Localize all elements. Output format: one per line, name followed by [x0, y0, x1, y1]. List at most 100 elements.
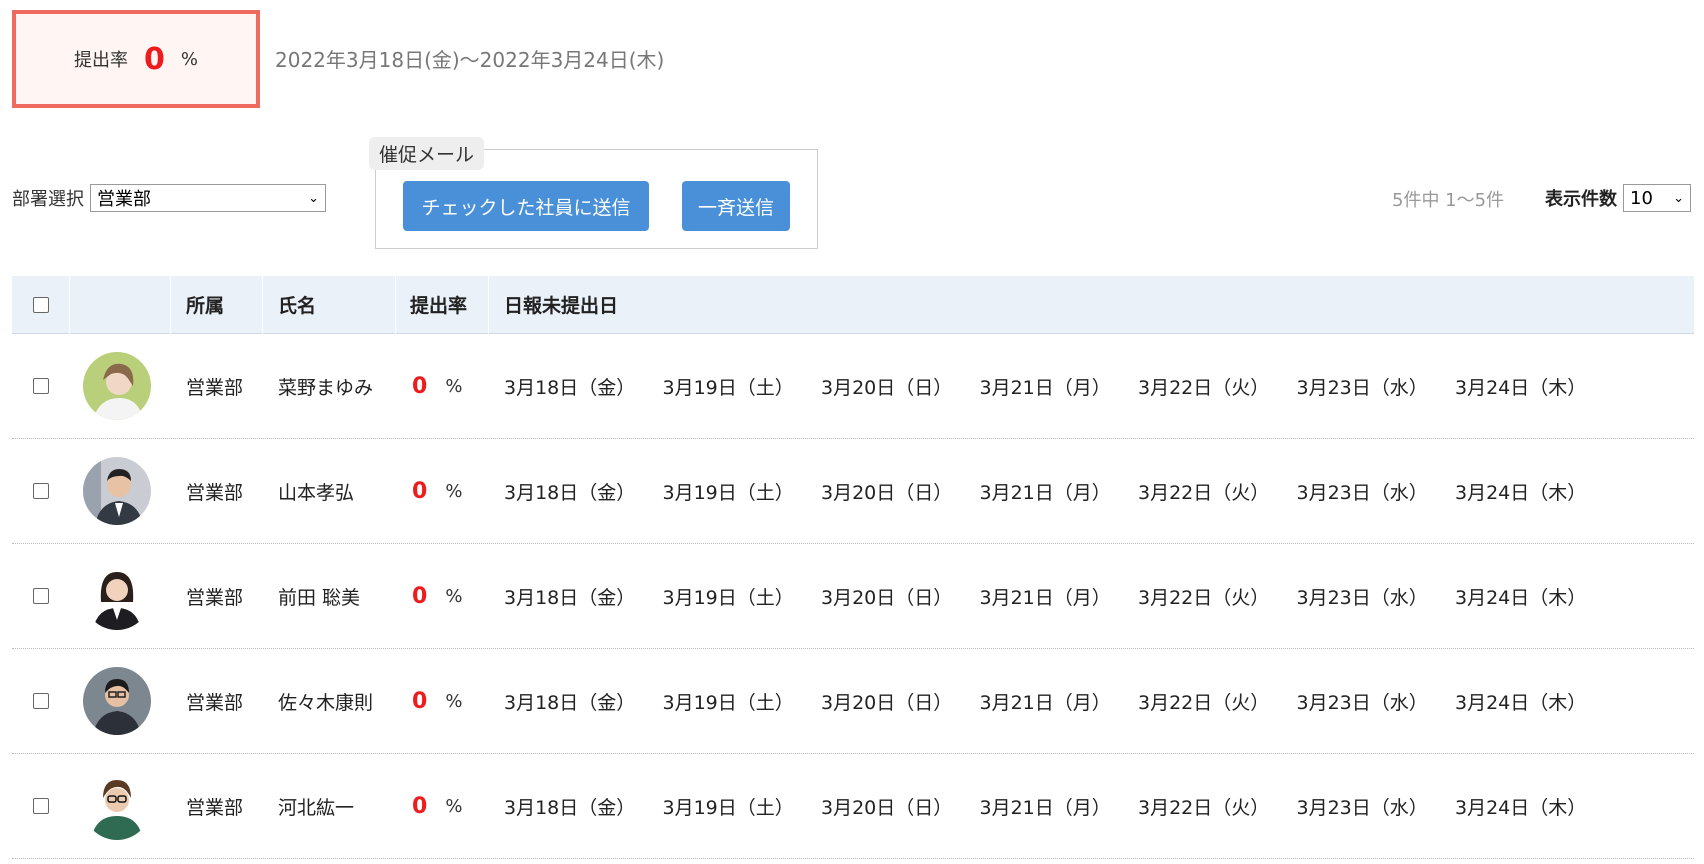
missing-date: 3月20日（日）: [821, 796, 953, 819]
per-page-select[interactable]: 10 ⌄: [1623, 184, 1691, 212]
row-checkbox[interactable]: [33, 378, 49, 394]
avatar: [83, 457, 151, 525]
rate-unit: %: [180, 48, 198, 70]
missing-date: 3月18日（金）: [504, 796, 636, 819]
row-rate-unit: %: [445, 585, 463, 607]
chevron-down-icon: ⌄: [1673, 190, 1684, 206]
missing-date: 3月19日（土）: [662, 796, 794, 819]
avatar: [83, 562, 151, 630]
missing-date: 3月21日（月）: [979, 481, 1111, 504]
table-row: 営業部 前田 聡美 0 % 3月18日（金） 3月19日（土） 3月20日（日）…: [12, 544, 1694, 649]
header-name: 氏名: [263, 275, 396, 334]
report-table: 所属 氏名 提出率 日報未提出日 営業部 菜野まゆみ 0 % 3月18日（金） …: [12, 275, 1694, 859]
row-rate-value: 0: [412, 478, 428, 504]
row-name: 山本孝弘: [278, 481, 355, 504]
missing-date: 3月22日（火）: [1138, 691, 1270, 714]
missing-date: 3月23日（水）: [1296, 586, 1428, 609]
chevron-down-icon: ⌄: [308, 190, 319, 206]
missing-date: 3月20日（日）: [821, 481, 953, 504]
missing-date: 3月24日（木）: [1455, 376, 1587, 399]
missing-date: 3月18日（金）: [504, 586, 636, 609]
missing-date: 3月22日（火）: [1138, 796, 1270, 819]
missing-date: 3月20日（日）: [821, 586, 953, 609]
header-missing-dates: 日報未提出日: [504, 295, 619, 317]
period-range: 2022年3月18日(金)〜2022年3月24日(木): [275, 48, 665, 72]
row-rate-value: 0: [412, 583, 428, 609]
row-name: 河北紘一: [278, 796, 355, 819]
avatar: [83, 772, 151, 840]
table-row: 営業部 河北紘一 0 % 3月18日（金） 3月19日（土） 3月20日（日） …: [12, 754, 1694, 859]
reminder-mail-legend: 催促メール: [369, 137, 485, 170]
send-to-checked-button[interactable]: チェックした社員に送信: [403, 181, 649, 231]
missing-date: 3月23日（水）: [1296, 376, 1428, 399]
send-all-button[interactable]: 一斉送信: [682, 181, 790, 231]
row-rate-unit: %: [445, 480, 463, 502]
rate-value: 0: [144, 41, 165, 77]
avatar: [83, 667, 151, 735]
avatar: [83, 352, 151, 420]
missing-date: 3月20日（日）: [821, 691, 953, 714]
row-rate-value: 0: [412, 688, 428, 714]
missing-date: 3月19日（土）: [662, 586, 794, 609]
row-dept: 営業部: [186, 796, 244, 819]
submission-rate-summary: 提出率 0 %: [12, 10, 260, 108]
missing-date: 3月19日（土）: [662, 376, 794, 399]
table-row: 営業部 菜野まゆみ 0 % 3月18日（金） 3月19日（土） 3月20日（日）…: [12, 334, 1694, 439]
missing-dates-list: 3月18日（金） 3月19日（土） 3月20日（日） 3月21日（月） 3月22…: [504, 688, 1614, 715]
row-checkbox[interactable]: [33, 798, 49, 814]
missing-date: 3月24日（木）: [1455, 796, 1587, 819]
table-header: 所属 氏名 提出率 日報未提出日: [12, 275, 1694, 334]
missing-date: 3月23日（水）: [1296, 796, 1428, 819]
row-rate-unit: %: [445, 795, 463, 817]
header-dept: 所属: [171, 275, 263, 334]
missing-date: 3月21日（月）: [979, 376, 1111, 399]
row-name: 佐々木康則: [278, 691, 374, 714]
header-select-all: [12, 275, 70, 334]
missing-date: 3月22日（火）: [1138, 376, 1270, 399]
missing-date: 3月19日（土）: [662, 481, 794, 504]
select-all-checkbox[interactable]: [32, 296, 49, 313]
row-name: 前田 聡美: [278, 586, 361, 609]
row-rate-value: 0: [412, 793, 428, 819]
missing-date: 3月23日（水）: [1296, 691, 1428, 714]
department-selected-value: 営業部: [97, 189, 151, 210]
rate-label: 提出率: [74, 50, 128, 71]
row-rate-value: 0: [412, 373, 428, 399]
missing-date: 3月24日（木）: [1455, 586, 1587, 609]
missing-date: 3月21日（月）: [979, 796, 1111, 819]
row-rate-unit: %: [445, 690, 463, 712]
missing-date: 3月18日（金）: [504, 481, 636, 504]
missing-date: 3月22日（火）: [1138, 481, 1270, 504]
department-filter: 部署選択 営業部 ⌄: [12, 184, 326, 212]
missing-date: 3月24日（木）: [1455, 481, 1587, 504]
header-rate: 提出率: [396, 275, 489, 334]
department-label: 部署選択: [12, 189, 84, 210]
missing-dates-list: 3月18日（金） 3月19日（土） 3月20日（日） 3月21日（月） 3月22…: [504, 478, 1614, 505]
row-dept: 営業部: [186, 376, 244, 399]
result-count: 5件中 1〜5件: [1392, 190, 1505, 211]
missing-dates-list: 3月18日（金） 3月19日（土） 3月20日（日） 3月21日（月） 3月22…: [504, 373, 1614, 400]
missing-date: 3月20日（日）: [821, 376, 953, 399]
missing-date: 3月24日（木）: [1455, 691, 1587, 714]
missing-date: 3月18日（金）: [504, 376, 636, 399]
per-page-control: 表示件数 10 ⌄: [1545, 184, 1691, 212]
header-avatar: [70, 275, 171, 334]
missing-date: 3月22日（火）: [1138, 586, 1270, 609]
row-name: 菜野まゆみ: [278, 376, 374, 399]
table-row: 営業部 佐々木康則 0 % 3月18日（金） 3月19日（土） 3月20日（日）…: [12, 649, 1694, 754]
missing-date: 3月18日（金）: [504, 691, 636, 714]
missing-dates-list: 3月18日（金） 3月19日（土） 3月20日（日） 3月21日（月） 3月22…: [504, 793, 1614, 820]
row-checkbox[interactable]: [33, 693, 49, 709]
department-select[interactable]: 営業部 ⌄: [90, 184, 326, 212]
missing-date: 3月21日（月）: [979, 586, 1111, 609]
missing-date: 3月23日（水）: [1296, 481, 1428, 504]
per-page-value: 10: [1630, 187, 1653, 209]
row-checkbox[interactable]: [33, 588, 49, 604]
row-dept: 営業部: [186, 586, 244, 609]
missing-date: 3月21日（月）: [979, 691, 1111, 714]
missing-date: 3月19日（土）: [662, 691, 794, 714]
missing-dates-list: 3月18日（金） 3月19日（土） 3月20日（日） 3月21日（月） 3月22…: [504, 583, 1614, 610]
row-rate-unit: %: [445, 375, 463, 397]
per-page-label: 表示件数: [1545, 189, 1617, 210]
row-checkbox[interactable]: [33, 483, 49, 499]
